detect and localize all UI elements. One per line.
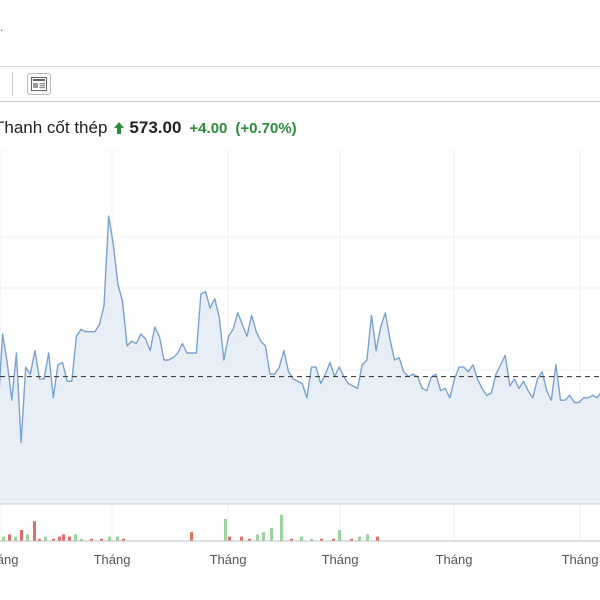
volume-bar (2, 536, 5, 541)
volume-bar (116, 536, 119, 541)
volume-bar (270, 527, 273, 541)
volume-bar (224, 519, 227, 541)
x-axis-ticks: Tháng Tháng Tháng Tháng Tháng Tháng (0, 552, 598, 567)
volume-bar (62, 534, 65, 541)
x-tick-label: Tháng (0, 552, 18, 567)
volume-bar (44, 536, 47, 541)
volume-bar (108, 536, 111, 541)
toolbar-divider (12, 72, 13, 96)
volume-bar (33, 521, 36, 541)
volume-bar (262, 532, 265, 541)
volume-bar (358, 536, 361, 541)
price-area (0, 216, 600, 504)
news-panel-icon (31, 77, 47, 91)
volume-bar (280, 514, 283, 541)
volume-bar (14, 536, 17, 541)
price-chart[interactable]: Tháng Tháng Tháng Tháng Tháng Tháng (0, 150, 600, 600)
volume-bar (338, 530, 341, 541)
chart-toolbar (0, 67, 600, 102)
volume-bar (376, 536, 379, 541)
volume-bar (26, 534, 29, 541)
x-tick-label: Tháng (322, 552, 359, 567)
volume-bar (190, 532, 193, 541)
news-panel-button[interactable] (27, 73, 51, 95)
volume-bar (240, 536, 243, 541)
price-change: +4.00 (189, 119, 228, 137)
volume-bar (20, 530, 23, 541)
instrument-name: Thanh cốt thép (0, 118, 108, 137)
top-bar: . (0, 0, 600, 67)
volume-bars (2, 514, 379, 541)
volume-bar (74, 534, 77, 541)
up-arrow-icon (114, 122, 125, 134)
x-tick-label: Tháng (562, 552, 599, 567)
x-tick-label: Tháng (210, 552, 247, 567)
volume-bar (58, 536, 61, 541)
price-change-percent: (+0.70%) (235, 119, 297, 137)
volume-bar (256, 534, 259, 541)
instrument-header: Thanh cốt thép 573.00 +4.00 (+0.70%) (0, 116, 297, 140)
last-price: 573.00 (129, 118, 182, 137)
volume-bar (366, 534, 369, 541)
volume-bar (8, 534, 11, 541)
volume-bar (68, 536, 71, 541)
x-tick-label: Tháng (94, 552, 131, 567)
volume-bar (228, 536, 231, 541)
top-bar-mark: . (0, 20, 4, 34)
x-tick-label: Tháng (436, 552, 473, 567)
volume-bar (300, 536, 303, 541)
